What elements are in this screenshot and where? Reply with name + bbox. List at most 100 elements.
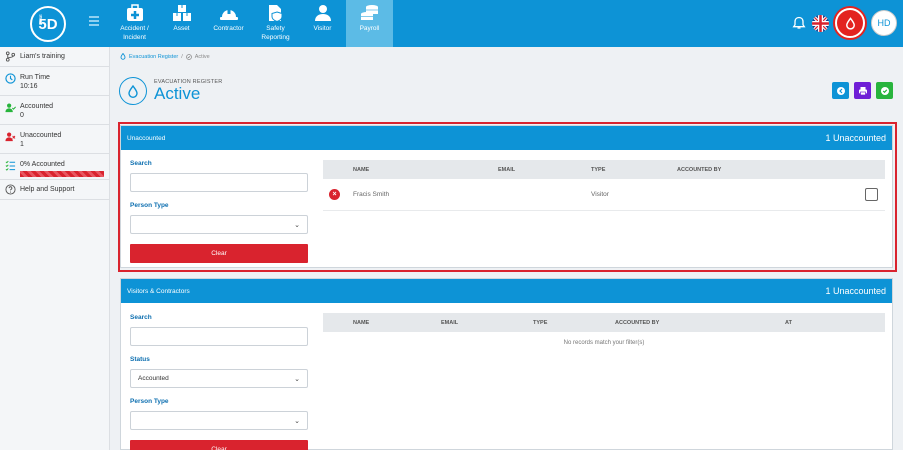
user-times-icon (5, 132, 16, 142)
column-header[interactable]: NAME (353, 167, 369, 173)
sidebar: Liam's training Run Time 10:16 Accounted 0… (0, 47, 110, 450)
evacuation-icon (119, 77, 147, 105)
sidebar-item-label: Help and Support (20, 186, 75, 193)
table-row: × Fracis Smith Visitor (323, 179, 885, 211)
hardhat-icon (219, 8, 238, 20)
panel-count: 1 Unaccounted (825, 133, 886, 143)
unaccounted-status-icon: × (329, 189, 340, 200)
visitors-contractors-panel: Visitors & Contractors 1 Unaccounted Sea… (120, 278, 893, 450)
logo[interactable]: ESSE 5D (0, 0, 110, 47)
unaccounted-filters: Search Person Type ⌄ Clear (130, 160, 308, 263)
run-time-label: Run Time (20, 74, 50, 81)
user-icon (314, 5, 331, 21)
column-header[interactable]: TYPE (533, 320, 547, 326)
report-shield-icon (268, 5, 282, 22)
empty-state: No records match your filter(s) (563, 340, 645, 346)
chevron-down-icon: ⌄ (294, 417, 300, 425)
sidebar-item-training[interactable]: Liam's training (0, 47, 109, 67)
page-actions (832, 82, 893, 99)
column-header[interactable]: EMAIL (441, 320, 458, 326)
nav-asset[interactable]: Asset (158, 0, 205, 47)
nav-label: Safety Reporting (261, 25, 290, 41)
search-input[interactable] (130, 173, 308, 192)
nav-payroll[interactable]: Payroll (346, 0, 393, 47)
clock-icon (5, 73, 16, 84)
print-button[interactable] (854, 82, 871, 99)
panel-title: Unaccounted (127, 134, 166, 142)
menu-toggle-icon[interactable] (89, 16, 99, 26)
sidebar-item-accounted: Accounted 0 (0, 96, 109, 125)
evacuation-alert-button[interactable] (835, 8, 865, 38)
person-type-select[interactable]: ⌄ (130, 411, 308, 430)
coins-icon (360, 5, 378, 20)
unaccounted-label: Unaccounted (20, 132, 62, 139)
page-title: Active (154, 84, 201, 103)
table-header: NAME EMAIL TYPE ACCOUNTED BY AT (323, 313, 885, 332)
clear-button[interactable]: Clear (130, 440, 308, 450)
nav-label: Accident / Incident (120, 25, 149, 41)
column-header[interactable]: EMAIL (498, 167, 515, 173)
top-right-controls: HD (792, 8, 897, 38)
person-type-label: Person Type (130, 202, 169, 209)
sidebar-item-help[interactable]: Help and Support (0, 180, 109, 200)
column-header[interactable]: TYPE (591, 167, 605, 173)
search-input[interactable] (130, 327, 308, 346)
breadcrumb-separator: / (181, 53, 183, 60)
account-checkbox[interactable] (865, 188, 878, 201)
search-label: Search (130, 314, 152, 321)
complete-button[interactable] (876, 82, 893, 99)
boxes-icon (172, 5, 191, 21)
list-check-icon (5, 160, 16, 171)
column-header[interactable]: ACCOUNTED BY (615, 320, 659, 326)
bell-icon[interactable] (792, 16, 806, 30)
avatar[interactable]: HD (871, 10, 897, 36)
logo-small-text: ESSE (37, 14, 43, 25)
column-header[interactable]: NAME (353, 320, 369, 326)
visitors-filters: Search Status Accounted ⌄ Person Type ⌄ C… (130, 314, 308, 450)
unaccounted-value: 1 (20, 141, 24, 148)
first-aid-icon (126, 4, 143, 21)
cell-name: Fracis Smith (353, 191, 390, 198)
column-header[interactable]: ACCOUNTED BY (677, 167, 721, 173)
percent-accounted-label: 0% Accounted (20, 161, 65, 168)
nav-accident-incident[interactable]: Accident / Incident (111, 0, 158, 47)
top-nav: Accident / Incident Asset Contractor Saf… (111, 0, 393, 47)
chevron-down-icon: ⌄ (294, 221, 300, 229)
panel-header: Unaccounted 1 Unaccounted (121, 126, 892, 150)
nav-label: Payroll (359, 25, 380, 32)
drop-icon (120, 53, 126, 60)
nav-safety-reporting[interactable]: Safety Reporting (252, 0, 299, 47)
breadcrumb: Evacuation Register / Active (120, 53, 210, 60)
unaccounted-panel: Unaccounted 1 Unaccounted Search Person … (120, 125, 893, 268)
breadcrumb-root[interactable]: Evacuation Register (129, 54, 178, 60)
uk-flag-icon[interactable] (812, 14, 829, 32)
nav-contractor[interactable]: Contractor (205, 0, 252, 47)
logo-circle: ESSE 5D (30, 6, 66, 42)
chevron-down-icon: ⌄ (294, 375, 300, 383)
accounted-progress-bar (20, 171, 104, 177)
run-time-value: 10:16 (20, 83, 38, 90)
clear-button[interactable]: Clear (130, 244, 308, 263)
status-select[interactable]: Accounted ⌄ (130, 369, 308, 388)
sidebar-item-percent-accounted: 0% Accounted (0, 154, 109, 180)
cell-type: Visitor (591, 191, 609, 198)
panel-title: Visitors & Contractors (127, 287, 190, 295)
person-type-label: Person Type (130, 398, 169, 405)
sidebar-item-run-time: Run Time 10:16 (0, 67, 109, 96)
user-check-icon (5, 103, 16, 113)
column-header[interactable]: AT (785, 320, 792, 326)
unaccounted-table: NAME EMAIL TYPE ACCOUNTED BY × Fracis Sm… (323, 160, 885, 211)
nav-label: Visitor (313, 25, 332, 32)
nav-label: Contractor (213, 25, 244, 32)
nav-visitor[interactable]: Visitor (299, 0, 346, 47)
printer-icon (858, 86, 867, 95)
accounted-value: 0 (20, 112, 24, 119)
search-label: Search (130, 160, 152, 167)
back-button[interactable] (832, 82, 849, 99)
panel-header: Visitors & Contractors 1 Unaccounted (121, 279, 892, 303)
table-header: NAME EMAIL TYPE ACCOUNTED BY (323, 160, 885, 179)
status-label: Status (130, 356, 150, 363)
accounted-label: Accounted (20, 103, 54, 110)
person-type-select[interactable]: ⌄ (130, 215, 308, 234)
breadcrumb-current: Active (194, 53, 210, 60)
